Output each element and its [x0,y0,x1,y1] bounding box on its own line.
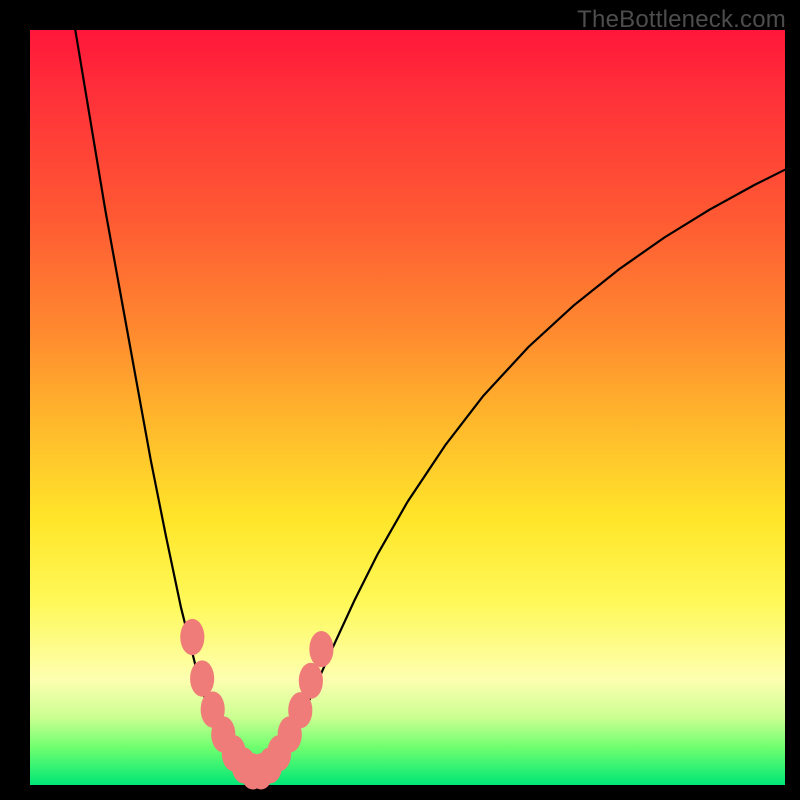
v-curve [75,30,785,777]
outer-frame: TheBottleneck.com [0,0,800,800]
bead [309,631,333,667]
chart-svg [30,30,785,785]
beads-group [180,619,333,790]
bead [180,619,204,655]
bead [190,660,214,696]
plot-area [30,30,785,785]
watermark-text: TheBottleneck.com [577,6,786,34]
bead [299,663,323,699]
